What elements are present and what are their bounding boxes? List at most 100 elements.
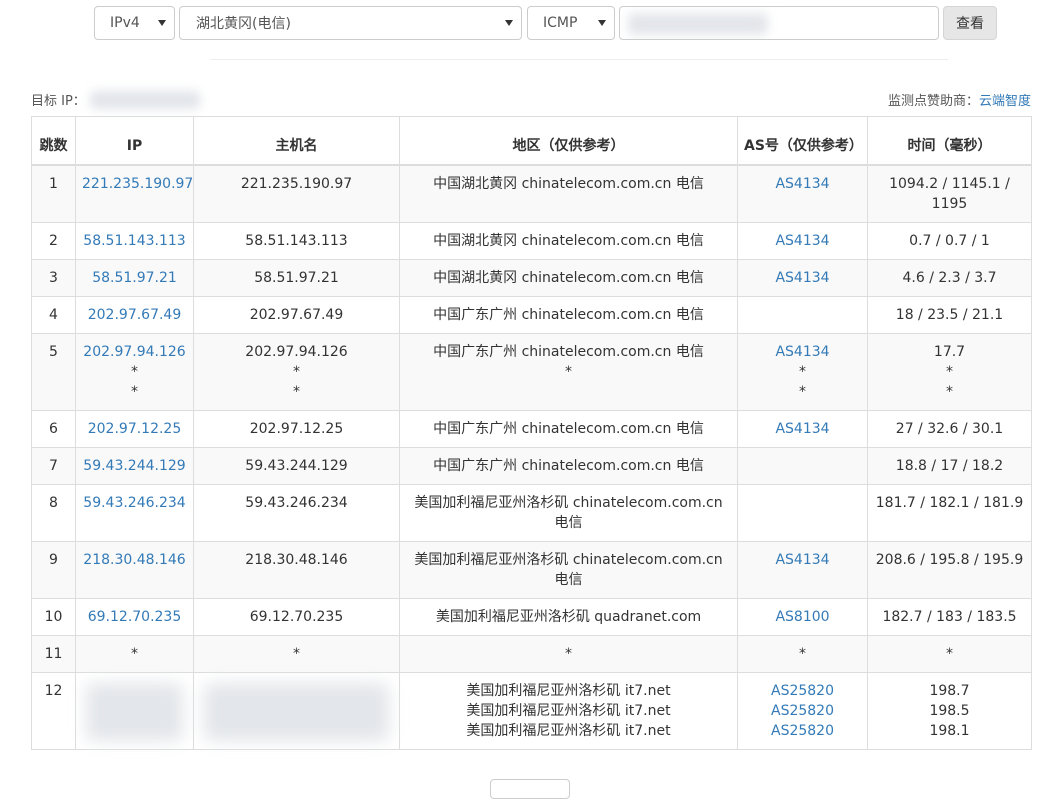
table-row: 8 59.43.246.234 59.43.246.234 美国加利福尼亚州洛杉矶 c… — [31, 483, 1032, 542]
hostname-cell: 202.97.12.25 — [193, 409, 400, 448]
region-text: 中国广东广州 chinatelecom.com.cn 电信 — [433, 457, 704, 474]
hostname-text: * — [293, 645, 300, 662]
pager-button[interactable] — [490, 779, 570, 799]
header-hostname: 主机名 — [193, 116, 400, 166]
hop-cell: 12 — [31, 671, 76, 750]
time-text: 182.7 / 183 / 183.5 — [882, 608, 1017, 625]
as-link[interactable]: AS8100 — [744, 607, 861, 627]
hop-number: 11 — [44, 645, 63, 662]
divider — [210, 59, 948, 60]
header-as: AS号（仅供参考） — [737, 116, 868, 166]
ip-link[interactable]: 59.43.246.234 — [82, 493, 187, 513]
as-link[interactable]: AS4134 — [744, 419, 861, 439]
hop-number: 7 — [49, 457, 58, 474]
hostname-cell: 202.97.94.126 * * — [193, 332, 400, 411]
as-link[interactable]: AS4134 — [744, 550, 861, 570]
ip-link: * — [131, 645, 138, 662]
hop-number: 8 — [49, 494, 58, 511]
time-text: 18 / 23.5 / 21.1 — [895, 306, 1004, 323]
as-link[interactable]: AS25820 — [744, 701, 861, 721]
ip-link[interactable]: 202.97.12.25 — [82, 419, 187, 439]
as-link[interactable]: AS4134 — [744, 174, 861, 194]
region-text: 中国广东广州 chinatelecom.com.cn 电信 — [433, 420, 704, 437]
as-cell — [737, 446, 868, 485]
time-text: 1094.2 / 1145.1 / 1195 — [889, 175, 1010, 212]
time-cell: 0.7 / 0.7 / 1 — [867, 221, 1032, 260]
as-cell: AS4134 — [737, 164, 868, 223]
ip-link[interactable]: 58.51.97.21 — [82, 268, 187, 288]
node-select[interactable]: 湖北黄冈(电信) — [179, 6, 522, 40]
as-cell: AS4134 — [737, 258, 868, 297]
caret-down-icon — [505, 20, 513, 26]
as-link[interactable]: AS4134 — [744, 231, 861, 251]
table-row: 2 58.51.143.113 58.51.143.113 中国湖北黄冈 chinat… — [31, 221, 1032, 260]
region-text: * — [565, 363, 572, 380]
time-text: 17.7 — [933, 343, 966, 360]
ip-link[interactable]: 59.43.244.129 — [82, 456, 187, 476]
redacted-ip — [86, 682, 183, 741]
header-time: 时间（毫秒） — [867, 116, 1032, 166]
as-link: * — [799, 383, 806, 400]
region-text: 中国湖北黄冈 chinatelecom.com.cn 电信 — [433, 232, 704, 249]
ip-link: * — [131, 383, 138, 400]
ip-link[interactable]: 69.12.70.235 — [82, 607, 187, 627]
region-cell: 中国湖北黄冈 chinatelecom.com.cn 电信 — [399, 258, 738, 297]
hop-number: 2 — [49, 232, 58, 249]
ip-cell: 221.235.190.97 — [75, 164, 194, 223]
time-cell: 4.6 / 2.3 / 3.7 — [867, 258, 1032, 297]
hop-cell: 1 — [31, 164, 76, 223]
node-value: 湖北黄冈(电信) — [196, 16, 291, 32]
protocol-select[interactable]: ICMP — [527, 6, 615, 40]
hostname-cell: 69.12.70.235 — [193, 597, 400, 636]
redacted-hostname — [204, 682, 389, 741]
ip-link[interactable]: 202.97.67.49 — [82, 305, 187, 325]
region-text: 中国广东广州 chinatelecom.com.cn 电信 — [433, 343, 704, 360]
region-cell: 中国湖北黄冈 chinatelecom.com.cn 电信 — [399, 164, 738, 223]
sponsor-link[interactable]: 云端智度 — [979, 94, 1031, 109]
ip-version-select[interactable]: IPv4 — [94, 6, 175, 40]
table-row: 7 59.43.244.129 59.43.244.129 中国广东广州 chinat… — [31, 446, 1032, 485]
table-row: 6 202.97.12.25 202.97.12.25 中国广东广州 chinatel… — [31, 409, 1032, 448]
redacted-target-ip — [89, 90, 200, 109]
region-text: 美国加利福尼亚州洛杉矶 quadranet.com — [435, 608, 702, 625]
ip-link[interactable]: 221.235.190.97 — [82, 174, 193, 194]
header-ip: IP — [75, 116, 194, 166]
time-text: 0.7 / 0.7 / 1 — [909, 232, 990, 249]
time-text: * — [946, 363, 953, 380]
hostname-text: 69.12.70.235 — [249, 608, 344, 625]
time-cell: 18.8 / 17 / 18.2 — [867, 446, 1032, 485]
time-cell: 18 / 23.5 / 21.1 — [867, 295, 1032, 334]
hop-number: 4 — [49, 306, 58, 323]
time-cell: 198.7 198.5 198.1 — [867, 671, 1032, 750]
hostname-text: 202.97.67.49 — [249, 306, 344, 323]
as-link[interactable]: AS25820 — [744, 721, 861, 741]
traceroute-table: 跳数 IP 主机名 地区（仅供参考） AS号（仅供参考） 时间（毫秒） 1 221… — [31, 116, 1032, 750]
target-ip: 目标 IP： — [31, 90, 200, 109]
ip-link[interactable]: 58.51.143.113 — [82, 231, 187, 251]
hostname-text: 59.43.246.234 — [245, 494, 348, 511]
ip-cell: 58.51.143.113 — [75, 221, 194, 260]
as-link[interactable]: AS4134 — [744, 268, 861, 288]
target-input[interactable] — [619, 6, 939, 40]
hostname-text: 202.97.94.126 — [245, 343, 348, 360]
ip-link[interactable]: 218.30.48.146 — [82, 550, 187, 570]
hostname-text: 202.97.12.25 — [249, 420, 344, 437]
region-text: 中国湖北黄冈 chinatelecom.com.cn 电信 — [433, 175, 704, 192]
as-link[interactable]: AS4134 — [744, 342, 861, 362]
ip-link[interactable]: 202.97.94.126 — [82, 342, 187, 362]
query-button[interactable]: 查看 — [943, 6, 997, 40]
as-link: * — [799, 645, 806, 662]
region-cell: 中国广东广州 chinatelecom.com.cn 电信 * — [399, 332, 738, 411]
ip-cell: 59.43.244.129 — [75, 446, 194, 485]
as-link[interactable]: AS25820 — [744, 681, 861, 701]
ip-cell: 202.97.67.49 — [75, 295, 194, 334]
region-text: 美国加利福尼亚州洛杉矶 it7.net — [466, 682, 671, 699]
ip-cell: 202.97.12.25 — [75, 409, 194, 448]
hostname-text: 59.43.244.129 — [245, 457, 348, 474]
hop-number: 1 — [49, 175, 58, 192]
time-text: 198.1 — [929, 722, 970, 739]
region-text: 中国广东广州 chinatelecom.com.cn 电信 — [433, 306, 704, 323]
table-header-row: 跳数 IP 主机名 地区（仅供参考） AS号（仅供参考） 时间（毫秒） — [31, 116, 1032, 166]
region-text: 美国加利福尼亚州洛杉矶 chinatelecom.com.cn 电信 — [414, 494, 723, 531]
time-cell: 27 / 32.6 / 30.1 — [867, 409, 1032, 448]
